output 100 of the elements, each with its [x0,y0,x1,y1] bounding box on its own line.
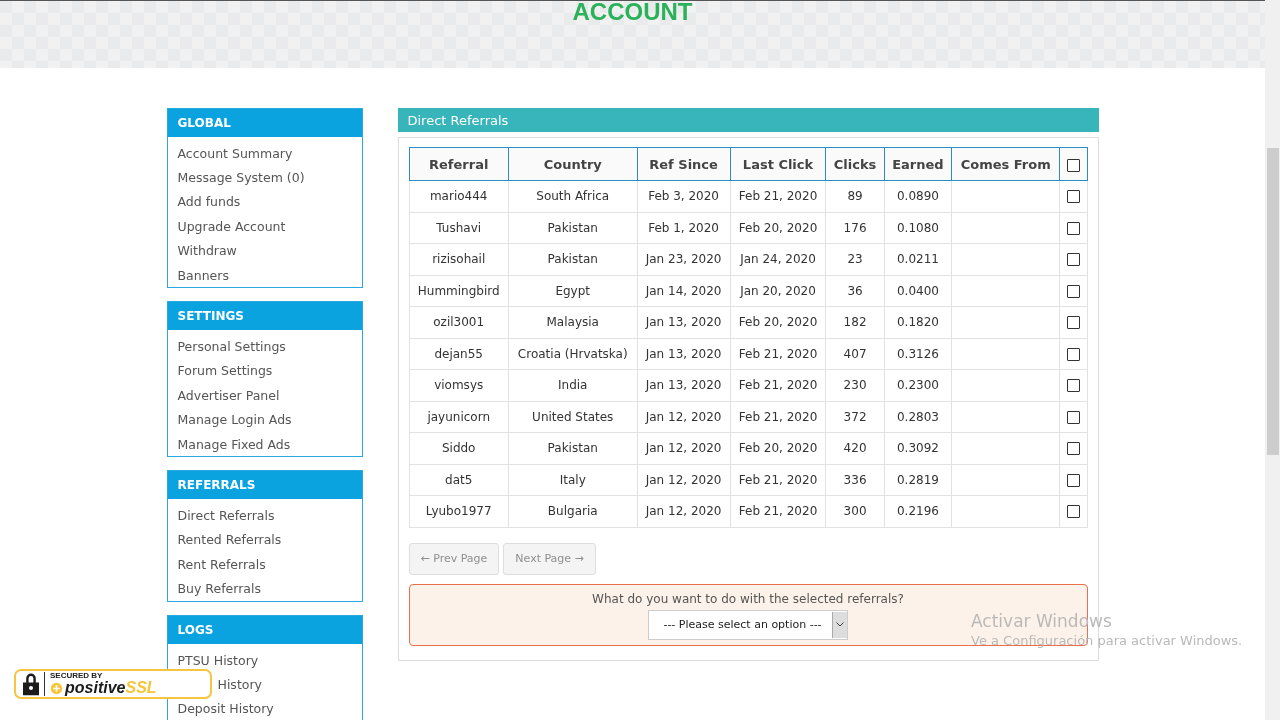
table-cell: Hummingbird [409,275,509,307]
table-cell: Jan 13, 2020 [637,306,731,338]
table-cell: jayunicorn [409,401,509,433]
table-cell: Pakistan [508,243,638,275]
table-cell: India [508,369,638,401]
table-cell: 0.0890 [884,180,952,212]
table-cell: 336 [825,464,885,496]
table-cell: Jan 12, 2020 [637,464,731,496]
menu-heading: REFERRALS [167,471,362,500]
table-cell: Jan 13, 2020 [637,338,731,370]
table-cell: 230 [825,369,885,401]
row-checkbox[interactable] [1066,221,1080,235]
table-cell: Jan 12, 2020 [637,432,731,464]
table-cell: 300 [825,495,885,527]
table-cell: South Africa [508,180,638,212]
row-checkbox[interactable] [1066,473,1080,487]
table-cell: United States [508,401,638,433]
table-cell: 0.0211 [884,243,952,275]
table-cell: 0.3092 [884,432,952,464]
action-question: What do you want to do with the selected referrals? [592,591,904,606]
table-cell: 176 [825,212,885,244]
column-header: Comes From [951,147,1060,181]
menu-link[interactable]: PTSU History [177,651,259,669]
menu-link[interactable]: Message System (0) [177,169,305,187]
menu-link[interactable]: Forum Settings [177,362,273,380]
table-cell: 0.3126 [884,338,952,370]
menu-link[interactable]: Direct Referrals [177,507,275,524]
row-checkbox[interactable] [1066,253,1080,267]
table-cell: 36 [825,275,885,307]
table-cell: 0.0400 [884,275,952,307]
table-cell: viomsys [409,369,509,401]
table-cell: 420 [825,432,885,464]
row-checkbox[interactable] [1066,284,1080,298]
row-checkbox[interactable] [1066,442,1080,456]
table-cell: 0.2803 [884,401,952,433]
panel-title: Direct Referrals [397,108,1099,132]
table-cell: Tushavi [409,212,509,244]
menu-link[interactable]: Upgrade Account [177,217,286,235]
action-select[interactable]: --- Please select an option --- [648,609,848,640]
column-header: Ref Since [637,147,731,181]
column-header: Earned [884,147,952,181]
caret-icon [835,622,844,627]
table-cell: Jan 20, 2020 [730,275,826,307]
table-cell: dat5 [409,464,509,496]
table-cell: Jan 12, 2020 [637,495,731,527]
table-cell: Jan 24, 2020 [730,243,826,275]
scrollbar[interactable] [1265,0,1280,720]
menu-link[interactable]: Deposit History [177,700,274,718]
menu-link[interactable]: Banners [177,266,229,284]
menu-heading: GLOBAL [167,109,362,137]
ssl-badge[interactable]: SECURED BY positiveSSL [14,669,212,699]
table-cell: Siddo [409,432,509,464]
table-cell: 0.2300 [884,369,952,401]
table-cell: dejan55 [409,338,509,370]
select-all-checkbox[interactable] [1066,158,1080,172]
menu-link[interactable]: Rented Referrals [177,531,282,549]
column-header: Clicks [825,147,885,181]
table-cell: Croatia (Hrvatska) [508,338,638,370]
row-checkbox[interactable] [1066,379,1080,393]
table-cell: Pakistan [508,212,638,244]
menu-link[interactable]: Withdraw [177,242,237,260]
table-cell: Feb 21, 2020 [730,495,826,527]
table-cell: Feb 21, 2020 [730,338,826,370]
table-cell: 23 [825,243,885,275]
menu-link[interactable]: Rent Referrals [177,555,266,573]
menu-link[interactable]: Personal Settings [177,338,286,356]
table-cell: Feb 21, 2020 [730,180,826,212]
row-checkbox[interactable] [1066,347,1080,361]
row-checkbox[interactable] [1066,505,1080,519]
table-cell: 407 [825,338,885,370]
table-cell: Jan 13, 2020 [637,369,731,401]
page-title: ACCOUNT [572,1,693,23]
table-cell: mario444 [409,180,509,212]
table-cell: Pakistan [508,432,638,464]
table-cell: 0.1080 [884,212,952,244]
row-checkbox[interactable] [1066,410,1080,424]
table-cell: 0.2819 [884,464,952,496]
table-cell: rizisohail [409,243,509,275]
plus-icon [50,682,63,695]
table-cell: 89 [825,180,885,212]
table-cell: Feb 20, 2020 [730,212,826,244]
menu-link[interactable]: Advertiser Panel [177,386,280,404]
padlock-icon [22,672,40,696]
menu-link[interactable]: Add funds [177,193,241,211]
divider-icon [44,672,46,696]
badge-caption: SECURED BY [50,672,104,680]
column-header: Last Click [730,147,826,181]
row-checkbox[interactable] [1066,190,1080,204]
table-cell: Feb 1, 2020 [637,212,731,244]
row-checkbox[interactable] [1066,316,1080,330]
menu-link[interactable]: Manage Login Ads [177,411,292,429]
table-cell: Feb 20, 2020 [730,432,826,464]
table-cell: Feb 21, 2020 [730,369,826,401]
menu-link[interactable]: Account Summary [177,144,293,162]
menu-link[interactable]: Buy Referrals [177,580,261,598]
menu-link[interactable]: Manage Fixed Ads [177,435,291,453]
scroll-thumb[interactable] [1267,148,1279,455]
table-cell: Lyubo1977 [409,495,509,527]
table-cell: Jan 23, 2020 [637,243,731,275]
menu-link[interactable]: History [217,675,262,693]
